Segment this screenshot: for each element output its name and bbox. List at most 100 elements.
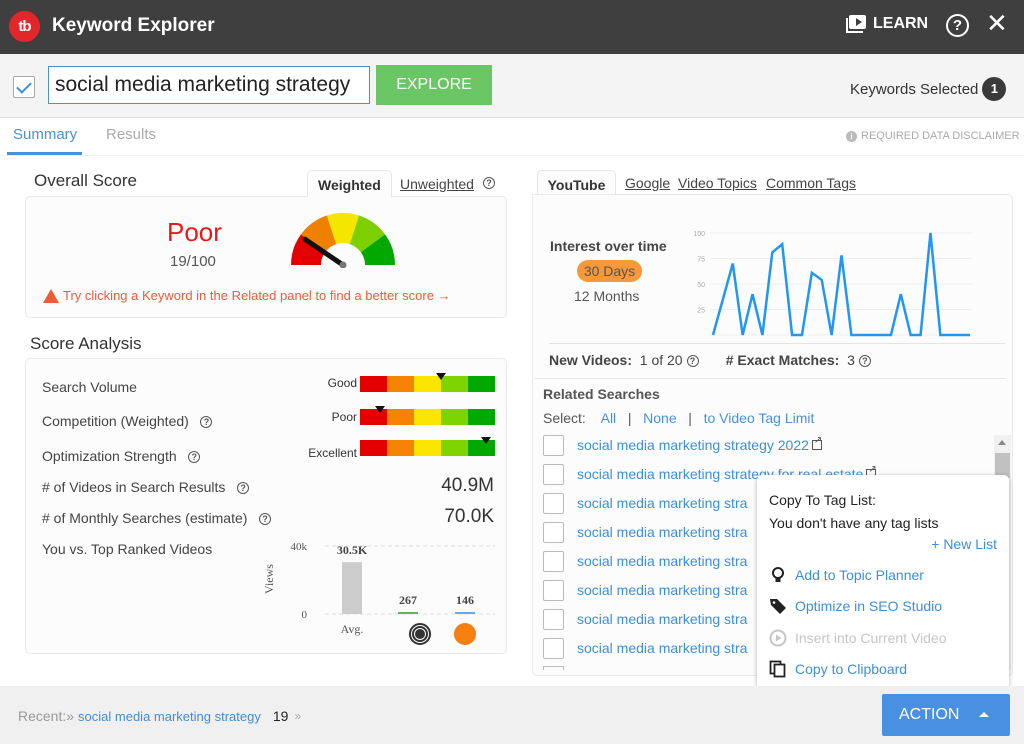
weighted-help-icon[interactable]: ? [483,177,495,189]
related-search-checkbox[interactable] [543,550,564,572]
divider [549,343,1005,344]
copy-to-clipboard-label: Copy to Clipboard [795,661,908,677]
tab-summary[interactable]: Summary [13,126,77,143]
explore-button[interactable]: EXPLORE [376,65,492,105]
more-recent-link[interactable]: » [294,709,301,723]
close-icon[interactable]: ✕ [986,9,1008,37]
new-videos-value: 1 of 20 [639,352,683,368]
scale-segment [414,440,441,456]
lightbulb-icon [772,567,784,582]
related-search-checkbox[interactable] [543,637,564,659]
new-list-link[interactable]: + New List [931,536,997,552]
recent-search-link[interactable]: social media marketing strategy [78,709,261,724]
related-search-checkbox[interactable] [543,608,564,630]
related-search-checkbox[interactable] [543,579,564,601]
learn-button[interactable]: LEARN [846,15,928,33]
related-search-link[interactable]: social media marketing stra [577,524,747,540]
search-volume-scale [360,373,495,392]
help-icon[interactable]: ? [946,14,969,37]
insert-into-current-video: Insert into Current Video [769,629,947,647]
external-link-icon[interactable] [811,435,822,450]
learn-label: LEARN [873,15,929,32]
search-volume-rating: Good [327,376,357,390]
better-score-hint[interactable]: Try clicking a Keyword in the Related pa… [43,288,451,303]
caret-up-icon [979,712,989,717]
related-search-link[interactable]: social media marketing stra [577,582,747,598]
new-videos-help-icon[interactable]: ? [686,355,699,368]
copy-to-clipboard[interactable]: Copy to Clipboard [769,660,907,678]
y-tick-label: 50 [697,282,705,289]
related-search-item[interactable]: social media marketing stra [543,608,747,630]
optimization-help-icon[interactable]: ? [188,451,201,464]
related-search-item[interactable]: social media marketing stra [543,550,747,572]
search-bar: EXPLORE Keywords Selected 1 [0,54,1024,118]
action-button[interactable]: ACTION [882,694,1010,736]
related-search-checkbox[interactable] [543,463,564,485]
video-library-icon [846,15,866,33]
recent-searches: Recent:» social media marketing strategy… [18,708,301,724]
videos-help-icon[interactable]: ? [237,482,250,495]
scale-segment [387,409,414,425]
tab-results[interactable]: Results [106,126,156,143]
add-to-topic-planner[interactable]: Add to Topic Planner [769,566,924,584]
exact-matches-help-icon[interactable]: ? [858,355,871,368]
competition-label-text: Competition (Weighted) [42,413,189,429]
keywords-selected[interactable]: Keywords Selected 1 [850,77,1007,101]
copy-icon [769,660,786,678]
insert-into-current-video-label: Insert into Current Video [795,630,947,646]
data-disclaimer-link[interactable]: i REQUIRED DATA DISCLAIMER [846,130,1020,142]
videos-count-value: 40.9M [441,475,494,496]
related-search-item[interactable]: social media marketing stra [543,579,747,601]
tab-common-tags[interactable]: Common Tags [766,175,856,191]
tab-video-topics[interactable]: Video Topics [678,175,757,191]
select-all-link[interactable]: All [601,410,617,426]
optimize-in-seo-studio[interactable]: Optimize in SEO Studio [769,597,942,615]
range-12-months[interactable]: 12 Months [574,288,639,304]
tab-google[interactable]: Google [625,175,670,191]
stats-row: New Videos: 1 of 20 ? # Exact Matches: 3… [549,352,871,368]
active-tab-indicator [7,152,82,155]
action-label: ACTION [899,706,960,723]
scroll-up-arrow-icon[interactable] [998,440,1006,445]
related-search-item[interactable]: social media marketing stra [543,637,747,659]
monthly-help-icon[interactable]: ? [259,513,272,526]
bar [398,612,418,614]
y-tick-label: 40k [291,541,308,553]
tab-weighted[interactable]: Weighted [307,170,392,197]
select-tag-limit-link[interactable]: to Video Tag Limit [704,410,815,426]
related-search-item[interactable]: social media marketing strategy 2022 [543,434,822,456]
separator: | [627,410,632,426]
info-icon: i [846,130,857,142]
bar-value-label: 267 [399,593,417,607]
competition-help-icon[interactable]: ? [200,416,213,429]
select-none-link[interactable]: None [643,410,676,426]
monthly-searches-label: # of Monthly Searches (estimate) ? [42,510,272,526]
tab-unweighted[interactable]: Unweighted [390,170,484,197]
related-search-link[interactable]: social media marketing stra [577,495,747,511]
y-tick-label: 0 [302,609,308,621]
related-searches-title: Related Searches [543,386,660,402]
scale-segment [387,376,414,392]
scale-segment [441,440,468,456]
related-search-checkbox[interactable] [543,666,564,670]
related-search-link[interactable]: social media marketing stra [577,553,747,569]
keyword-checkbox[interactable] [13,76,35,98]
related-search-link[interactable]: social media marketing stra [577,611,747,627]
add-to-topic-planner-label: Add to Topic Planner [795,567,924,583]
related-search-checkbox[interactable] [543,521,564,543]
range-30-days[interactable]: 30 Days [577,260,642,282]
competition-label: Competition (Weighted) ? [42,413,213,429]
related-search-item[interactable]: social media marketing stra [543,492,747,514]
videos-count-label: # of Videos in Search Results ? [42,479,250,495]
related-search-link[interactable]: social media marketing stra [577,640,747,656]
footer-bar: Recent:» social media marketing strategy… [0,686,1024,744]
exact-matches-value: 3 [847,352,855,368]
related-search-checkbox[interactable] [543,434,564,456]
monthly-searches-value: 70.0K [444,506,494,527]
related-search-link[interactable]: social media marketing strategy 2022 [577,437,809,453]
related-search-item[interactable]: social media marketing stra [543,521,747,543]
keyword-search-input[interactable] [48,66,370,104]
action-menu-popup: Copy To Tag List: You don't have any tag… [757,475,1009,690]
related-search-checkbox[interactable] [543,492,564,514]
optimize-in-seo-studio-label: Optimize in SEO Studio [795,598,943,614]
